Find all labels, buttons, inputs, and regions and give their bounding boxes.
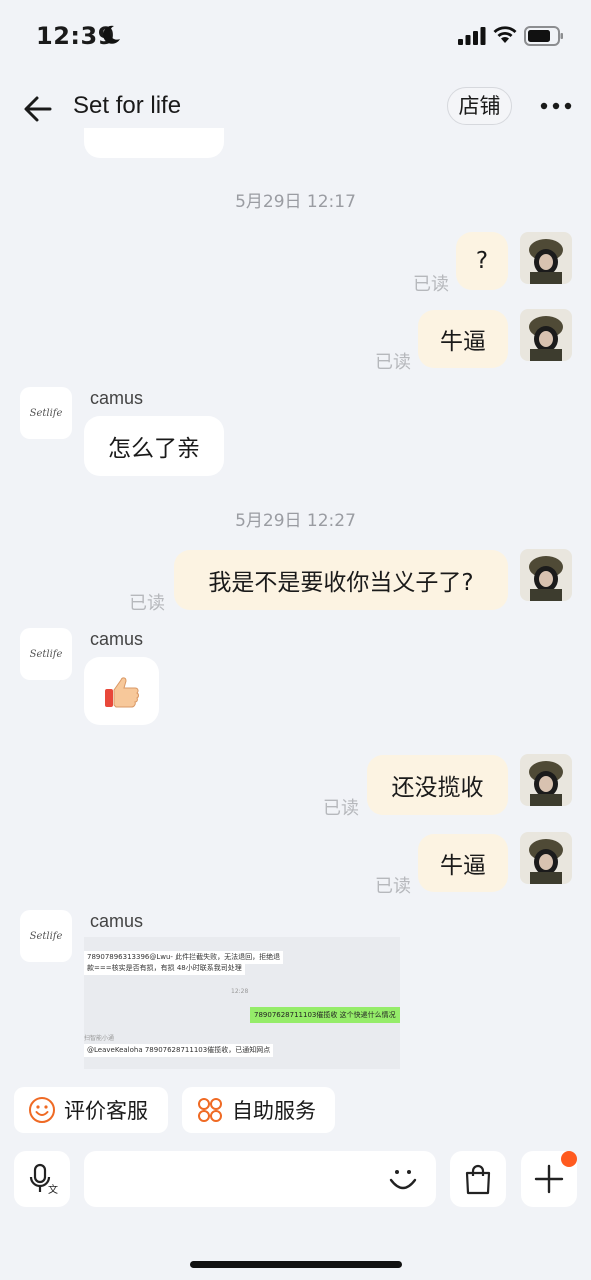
screenshot-label: 扫智能小通 bbox=[84, 1035, 115, 1042]
screenshot-green-bubble: 78907628711103催揽收 这个快递什么情况 bbox=[250, 1007, 400, 1023]
wifi-icon bbox=[493, 26, 517, 43]
my-avatar[interactable] bbox=[520, 309, 572, 361]
screenshot-image-message[interactable]: 78907896313396@Lwu- 此件拦截失败，无法退回，拒绝退 款===… bbox=[84, 937, 400, 1069]
read-receipt: 已读 bbox=[413, 274, 449, 295]
chat-title: Set for life bbox=[73, 92, 182, 119]
my-avatar[interactable] bbox=[520, 754, 572, 806]
home-indicator bbox=[190, 1261, 402, 1268]
self-service-label: 自助服务 bbox=[232, 1099, 316, 1123]
battery-icon bbox=[524, 26, 563, 46]
rate-service-button[interactable]: 评价客服 bbox=[14, 1087, 168, 1133]
shop-message-bubble[interactable]: 怎么了亲 bbox=[84, 416, 224, 476]
my-message-bubble[interactable]: 牛逼 bbox=[418, 310, 508, 368]
sender-name: camus bbox=[90, 911, 144, 931]
shopping-bag-button[interactable] bbox=[450, 1151, 506, 1207]
shop-emoji-bubble[interactable] bbox=[84, 657, 159, 725]
my-avatar[interactable] bbox=[520, 832, 572, 884]
voice-input-button[interactable]: 文 bbox=[14, 1151, 70, 1207]
do-not-disturb-moon-icon bbox=[103, 25, 120, 44]
back-arrow-icon[interactable] bbox=[22, 94, 54, 124]
thumbs-up-icon bbox=[104, 677, 139, 708]
my-message-bubble[interactable]: 还没揽收 bbox=[367, 755, 508, 815]
smiley-icon bbox=[29, 1097, 55, 1123]
my-message-bubble[interactable]: 我是不是要收你当义子了? bbox=[174, 550, 508, 610]
more-options-icon[interactable] bbox=[540, 102, 572, 110]
sender-name: camus bbox=[90, 388, 144, 408]
svg-text:文: 文 bbox=[48, 1183, 58, 1196]
previous-message-bubble bbox=[84, 128, 224, 158]
shop-avatar[interactable]: Setlife bbox=[20, 910, 72, 962]
my-avatar[interactable] bbox=[520, 549, 572, 601]
shop-button[interactable]: 店铺 bbox=[447, 87, 512, 125]
self-service-button[interactable]: 自助服务 bbox=[182, 1087, 335, 1133]
message-input[interactable] bbox=[84, 1151, 436, 1207]
read-receipt: 已读 bbox=[129, 593, 165, 614]
read-receipt: 已读 bbox=[375, 352, 411, 373]
read-receipt: 已读 bbox=[375, 876, 411, 897]
screenshot-text-line: @LeaveKealoha 78907628711103催揽收，已通知网点 bbox=[84, 1044, 274, 1057]
microphone-translate-icon: 文 bbox=[29, 1163, 58, 1196]
screenshot-text-line: 款===核实是否有损，有损 48小时联系我司处理 bbox=[84, 962, 245, 975]
my-message-bubble[interactable]: 牛逼 bbox=[418, 834, 508, 892]
plus-icon bbox=[534, 1164, 564, 1194]
shop-avatar[interactable]: Setlife bbox=[20, 628, 72, 680]
timestamp: 5月29日 12:17 bbox=[235, 192, 356, 212]
notification-dot bbox=[561, 1151, 577, 1167]
emoji-button-icon[interactable] bbox=[386, 1162, 420, 1196]
screenshot-time: 12:28 bbox=[231, 988, 249, 995]
shopping-bag-icon bbox=[465, 1164, 491, 1195]
cellular-signal-icon bbox=[458, 27, 486, 45]
timestamp: 5月29日 12:27 bbox=[235, 511, 356, 531]
my-message-bubble[interactable]: ? bbox=[456, 232, 508, 290]
my-avatar[interactable] bbox=[520, 232, 572, 284]
read-receipt: 已读 bbox=[323, 798, 359, 819]
grid-flower-icon bbox=[198, 1098, 222, 1122]
sender-name: camus bbox=[90, 629, 144, 649]
rate-service-label: 评价客服 bbox=[64, 1099, 148, 1123]
shop-avatar[interactable]: Setlife bbox=[20, 387, 72, 439]
